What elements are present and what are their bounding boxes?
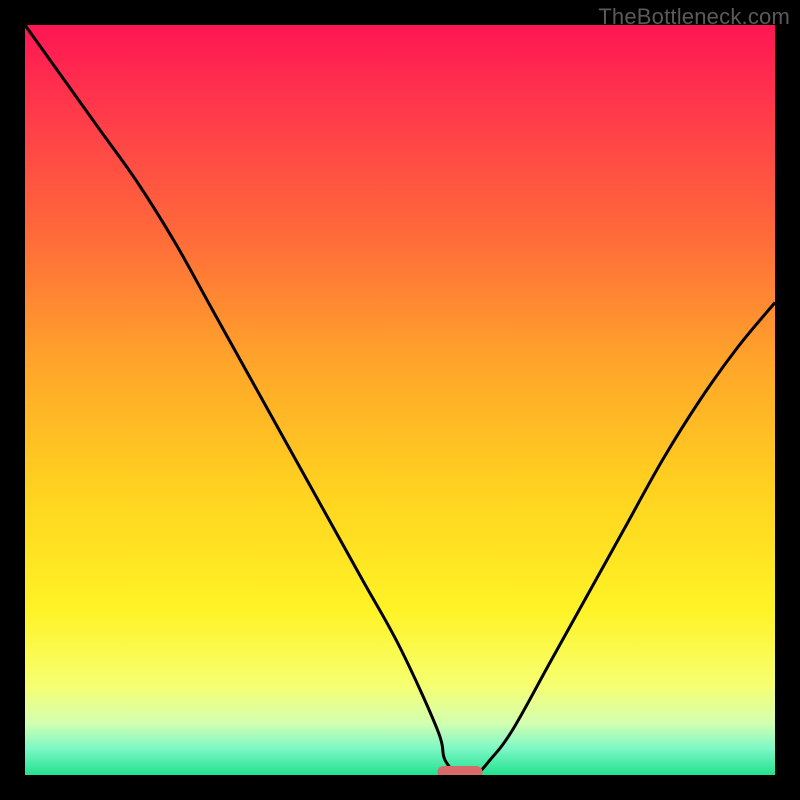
- watermark-text: TheBottleneck.com: [598, 4, 790, 30]
- gradient-background: [25, 25, 775, 775]
- optimum-marker: [438, 766, 483, 775]
- chart-svg: [25, 25, 775, 775]
- plot-area: [25, 25, 775, 775]
- chart-frame: TheBottleneck.com: [0, 0, 800, 800]
